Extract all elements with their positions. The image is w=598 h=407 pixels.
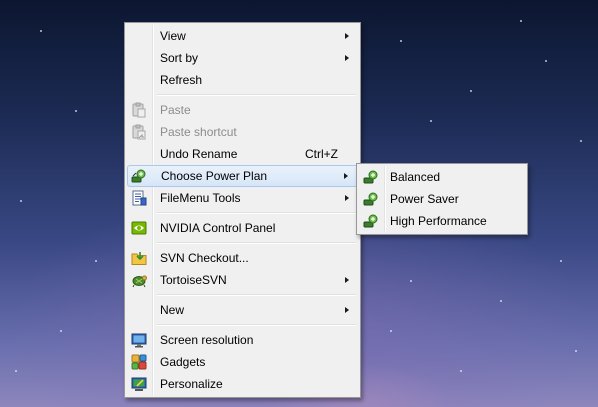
power-plan-submenu: Balanced Power Saver High Performance: [356, 163, 528, 235]
menu-item-label: Gadgets: [160, 355, 206, 369]
menu-item-refresh[interactable]: Refresh: [127, 69, 358, 91]
menu-item-sort-by[interactable]: Sort by: [127, 47, 358, 69]
menu-item-label: TortoiseSVN: [160, 273, 227, 287]
submenu-item-label: High Performance: [390, 214, 487, 228]
submenu-item-label: Balanced: [390, 170, 441, 184]
menu-item-choose-power-plan[interactable]: Choose Power Plan: [127, 165, 358, 187]
submenu-arrow-icon: [345, 195, 349, 201]
personalize-icon: [131, 377, 147, 391]
power-plan-icon: [363, 170, 378, 184]
nvidia-icon: [131, 221, 147, 235]
menu-item-personalize[interactable]: Personalize: [127, 373, 358, 395]
submenu-arrow-icon: [344, 173, 348, 179]
gadgets-icon: [131, 354, 147, 370]
filemenu-tools-icon: [132, 190, 147, 206]
desktop-context-menu: View Sort by Refresh Paste Paste shortcu…: [124, 22, 361, 398]
submenu-arrow-icon: [345, 277, 349, 283]
menu-item-new[interactable]: New: [127, 299, 358, 321]
menu-item-shortcut: Ctrl+Z: [305, 147, 338, 161]
menu-item-screen-resolution[interactable]: Screen resolution: [127, 329, 358, 351]
submenu-item-label: Power Saver: [390, 192, 459, 206]
menu-item-label: NVIDIA Control Panel: [160, 221, 276, 235]
menu-item-filemenu-tools[interactable]: FileMenu Tools: [127, 187, 358, 209]
paste-shortcut-icon: [132, 124, 146, 140]
menu-item-label: Personalize: [160, 377, 223, 391]
menu-item-label: Choose Power Plan: [161, 169, 268, 183]
menu-item-undo-rename[interactable]: Undo Rename Ctrl+Z: [127, 143, 358, 165]
power-plan-icon: [363, 214, 378, 228]
menu-item-paste-shortcut[interactable]: Paste shortcut: [127, 121, 358, 143]
menu-separator: [127, 209, 358, 217]
submenu-arrow-icon: [345, 307, 349, 313]
menu-item-label: Paste: [160, 103, 191, 117]
menu-item-label: Sort by: [160, 51, 199, 65]
svn-checkout-icon: [131, 252, 147, 265]
power-plan-icon: [131, 169, 146, 183]
submenu-arrow-icon: [345, 33, 349, 39]
paste-icon: [132, 102, 146, 118]
menu-item-label: New: [160, 303, 185, 317]
menu-item-nvidia-control-panel[interactable]: NVIDIA Control Panel: [127, 217, 358, 239]
menu-item-paste[interactable]: Paste: [127, 99, 358, 121]
menu-item-label: Screen resolution: [160, 333, 254, 347]
menu-item-label: SVN Checkout...: [160, 251, 249, 265]
submenu-item-high-performance[interactable]: High Performance: [359, 210, 525, 232]
menu-item-label: FileMenu Tools: [160, 191, 241, 205]
menu-separator: [127, 321, 358, 329]
menu-item-label: View: [160, 29, 186, 43]
tortoisesvn-icon: [132, 275, 147, 288]
menu-item-tortoisesvn[interactable]: TortoiseSVN: [127, 269, 358, 291]
menu-separator: [127, 91, 358, 99]
submenu-item-balanced[interactable]: Balanced: [359, 166, 525, 188]
menu-item-svn-checkout[interactable]: SVN Checkout...: [127, 247, 358, 269]
menu-item-label: Undo Rename: [160, 147, 238, 161]
monitor-icon: [131, 333, 147, 348]
menu-separator: [127, 239, 358, 247]
menu-separator: [127, 291, 358, 299]
power-plan-icon: [363, 192, 378, 206]
menu-item-gadgets[interactable]: Gadgets: [127, 351, 358, 373]
submenu-item-power-saver[interactable]: Power Saver: [359, 188, 525, 210]
menu-item-label: Refresh: [160, 73, 203, 87]
menu-item-view[interactable]: View: [127, 25, 358, 47]
submenu-arrow-icon: [345, 55, 349, 61]
menu-item-label: Paste shortcut: [160, 125, 237, 139]
